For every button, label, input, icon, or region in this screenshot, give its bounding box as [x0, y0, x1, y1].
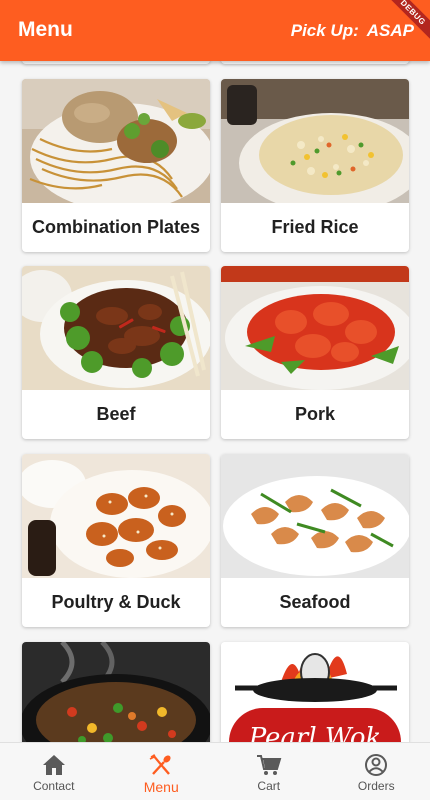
sesame-chicken-plate-image: [22, 454, 210, 578]
pickup-value: ASAP: [366, 21, 414, 40]
category-label: Combination Plates: [31, 217, 201, 237]
home-icon: [41, 753, 67, 777]
cart-icon: [256, 753, 282, 777]
category-grid: Combination Plates Fried Rice Beef Pork …: [0, 61, 430, 742]
nav-tab-contact[interactable]: Contact: [0, 743, 108, 800]
pearl-wok-logo-image: Pearl Wok: [221, 642, 409, 742]
category-card-hidden[interactable]: [22, 61, 210, 64]
noodles-and-rice-plate-image: [22, 79, 210, 203]
fork-spoon-icon: [148, 753, 174, 777]
category-card-beef[interactable]: Beef: [22, 266, 210, 439]
nav-label-orders: Orders: [357, 779, 395, 793]
fried-rice-plate-image: [221, 79, 409, 203]
nav-label-menu: Menu: [143, 779, 179, 795]
category-card-fried-rice[interactable]: Fried Rice: [221, 79, 409, 252]
category-card-poultry-duck[interactable]: Poultry & Duck: [22, 454, 210, 627]
nav-label-cart: Cart: [257, 779, 281, 793]
logo-text: Pearl Wok: [248, 723, 382, 742]
pickup-time-selector[interactable]: Pick Up: ASAP: [291, 21, 414, 41]
nav-tab-orders[interactable]: Orders: [323, 743, 430, 800]
category-card-seafood[interactable]: Seafood: [221, 454, 409, 627]
pickup-label: Pick Up:: [290, 21, 359, 40]
account-circle-icon: [363, 753, 389, 777]
category-card-combination-plates[interactable]: Combination Plates: [22, 79, 210, 252]
nav-label-contact: Contact: [33, 779, 75, 793]
bottom-navigation: Contact Menu Cart Orders: [0, 742, 430, 800]
category-card-pork[interactable]: Pork: [221, 266, 409, 439]
sweet-sour-pork-plate-image: [221, 266, 409, 390]
category-card-house-specials[interactable]: Pearl Wok: [221, 642, 409, 742]
category-card-vegetables[interactable]: [22, 642, 210, 742]
vegetable-wok-image: [22, 642, 210, 742]
category-card-hidden[interactable]: [221, 61, 409, 64]
app-bar: Menu Pick Up: ASAP DEBUG: [0, 0, 430, 61]
page-title: Menu: [18, 18, 73, 41]
shrimp-plate-image: [221, 454, 409, 578]
category-label: Fried Rice: [271, 217, 359, 237]
category-label: Poultry & Duck: [51, 592, 181, 612]
nav-tab-cart[interactable]: Cart: [215, 743, 323, 800]
category-label: Beef: [96, 404, 136, 424]
beef-broccoli-plate-image: [22, 266, 210, 390]
category-label: Seafood: [279, 592, 351, 612]
nav-tab-menu[interactable]: Menu: [108, 743, 216, 800]
category-label: Pork: [294, 404, 336, 424]
